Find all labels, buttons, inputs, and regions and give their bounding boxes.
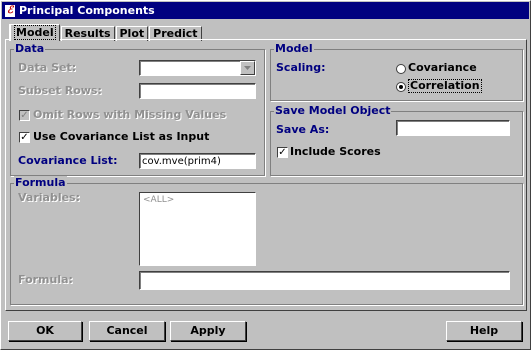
chevron-down-icon bbox=[244, 66, 251, 70]
formula-group-legend: Formula bbox=[14, 176, 67, 190]
covariance-radio-label: Covariance bbox=[408, 61, 477, 74]
app-icon: ℰ bbox=[5, 4, 15, 17]
formula-input[interactable] bbox=[139, 271, 510, 290]
cancel-button[interactable]: Cancel bbox=[89, 321, 165, 341]
cov-list-input[interactable]: cov.mve(prim4) bbox=[139, 153, 256, 169]
omit-rows-label: Omit Rows with Missing Values bbox=[33, 108, 227, 121]
data-set-dropdown-button[interactable] bbox=[240, 61, 255, 75]
save-as-label: Save As: bbox=[276, 123, 330, 136]
covariance-radio[interactable] bbox=[396, 64, 406, 74]
scaling-label: Scaling: bbox=[276, 61, 326, 74]
window-title: Principal Components bbox=[19, 4, 155, 17]
subset-rows-input[interactable] bbox=[139, 83, 256, 99]
save-model-group: Save Model Object Save As: ✓ Include Sco… bbox=[270, 104, 523, 176]
cov-list-label: Covariance List: bbox=[18, 154, 118, 167]
apply-button[interactable]: Apply bbox=[170, 321, 246, 341]
formula-label: Formula: bbox=[18, 273, 73, 286]
tab-strip: Model Results Plot Predict bbox=[9, 24, 203, 41]
tab-model-label: Model bbox=[14, 25, 56, 40]
model-group-legend: Model bbox=[274, 42, 314, 56]
use-cov-checkbox[interactable]: ✓ bbox=[19, 132, 30, 143]
variables-label: Variables: bbox=[18, 191, 81, 204]
correlation-radio[interactable] bbox=[396, 82, 406, 92]
model-tab-panel: Data Data Set: Subset Rows: ✓ Omit Rows … bbox=[5, 39, 527, 311]
dialog-window: ℰ Principal Components Model Results Plo… bbox=[0, 0, 531, 350]
tab-model[interactable]: Model bbox=[9, 24, 60, 41]
data-group-legend: Data bbox=[14, 42, 46, 56]
include-scores-label: Include Scores bbox=[290, 145, 381, 158]
model-group: Model Scaling: Covariance Correlation bbox=[270, 42, 523, 101]
help-button[interactable]: Help bbox=[446, 321, 522, 341]
omit-rows-checkbox[interactable]: ✓ bbox=[19, 110, 30, 121]
data-group: Data Data Set: Subset Rows: ✓ Omit Rows … bbox=[10, 42, 265, 176]
title-bar[interactable]: ℰ Principal Components bbox=[2, 2, 529, 19]
ok-button[interactable]: OK bbox=[8, 321, 82, 341]
variables-listbox[interactable]: <ALL> bbox=[139, 192, 256, 266]
formula-group: Formula Variables: <ALL> Formula: bbox=[10, 176, 523, 305]
variables-list-item[interactable]: <ALL> bbox=[143, 195, 252, 205]
correlation-radio-label: Correlation bbox=[408, 79, 482, 93]
data-set-label: Data Set: bbox=[18, 61, 77, 74]
subset-rows-label: Subset Rows: bbox=[18, 84, 102, 97]
cov-list-value: cov.mve(prim4) bbox=[142, 156, 221, 167]
include-scores-checkbox[interactable]: ✓ bbox=[277, 147, 288, 158]
data-set-combo[interactable] bbox=[139, 60, 256, 76]
save-model-group-legend: Save Model Object bbox=[274, 104, 392, 118]
use-cov-label: Use Covariance List as Input bbox=[33, 130, 210, 143]
save-as-input[interactable] bbox=[396, 120, 510, 136]
